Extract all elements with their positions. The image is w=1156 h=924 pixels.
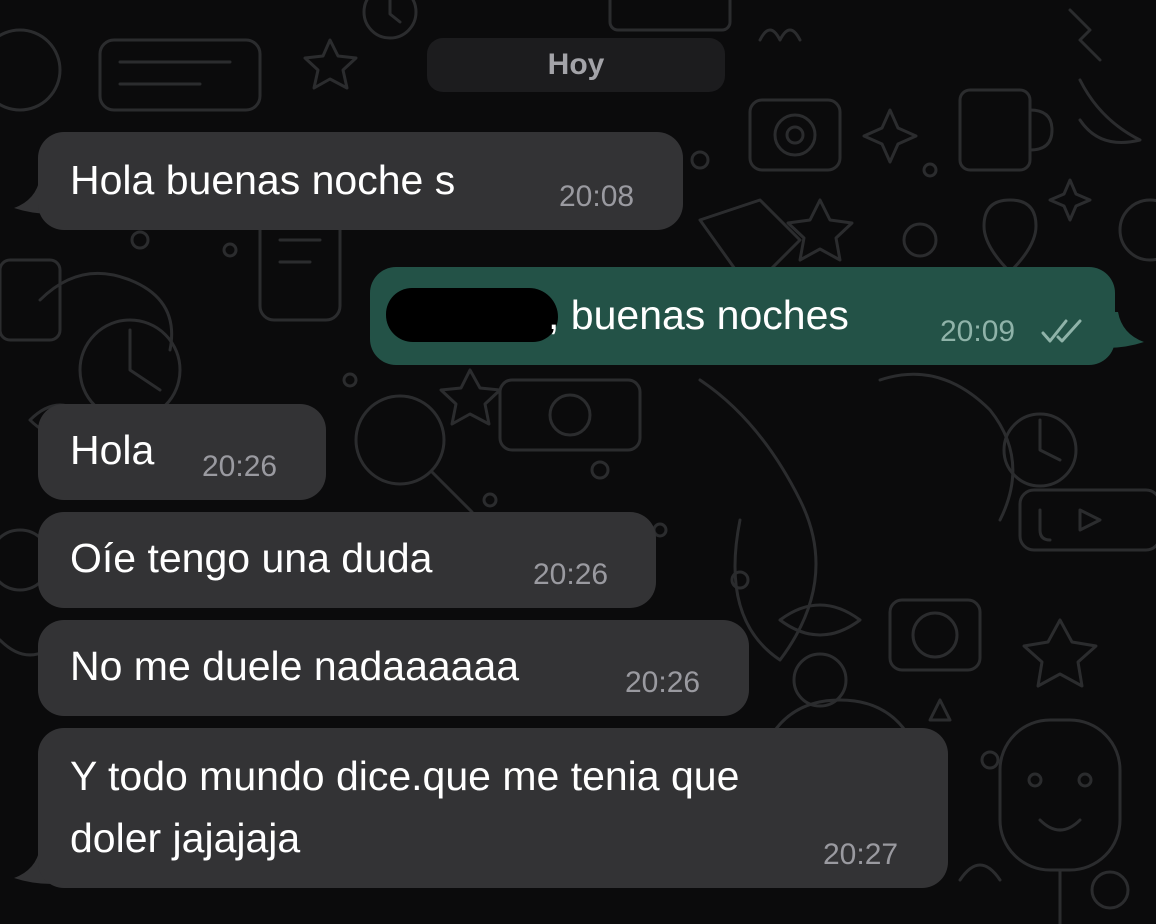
message-text-line: doler jajajaja	[70, 815, 301, 861]
message-bubble-incoming[interactable]: Y todo mundo dice.que me tenia que doler…	[38, 728, 948, 888]
message-text: Oíe tengo una duda	[70, 535, 433, 581]
date-separator: Hoy	[427, 38, 725, 92]
message-timestamp: 20:26	[533, 558, 609, 591]
double-check-icon	[1041, 319, 1082, 343]
chat-background: Hoy Hola buenas noche s 20:08 , buenas n…	[0, 0, 1156, 924]
message-bubble-incoming[interactable]: Oíe tengo una duda 20:26	[38, 512, 656, 608]
message-bubble-outgoing[interactable]: , buenas noches 20:09	[370, 267, 1115, 365]
message-timestamp: 20:26	[202, 450, 278, 483]
message-bubble-incoming[interactable]: Hola buenas noche s 20:08	[38, 132, 683, 230]
message-text: Hola buenas noche s	[70, 157, 456, 203]
message-text: , buenas noches	[548, 292, 849, 338]
message-timestamp: 20:27	[823, 838, 899, 871]
message-text: No me duele nadaaaaaa	[70, 643, 520, 689]
message-timestamp: 20:09	[940, 315, 1016, 348]
message-text-line: Y todo mundo dice.que me tenia que	[70, 753, 740, 799]
message-bubble-incoming[interactable]: Hola 20:26	[38, 404, 326, 500]
message-text: Hola	[70, 427, 155, 473]
redaction-mark	[386, 288, 558, 342]
message-timestamp: 20:26	[625, 666, 701, 699]
message-timestamp: 20:08	[559, 180, 635, 213]
message-bubble-incoming[interactable]: No me duele nadaaaaaa 20:26	[38, 620, 749, 716]
